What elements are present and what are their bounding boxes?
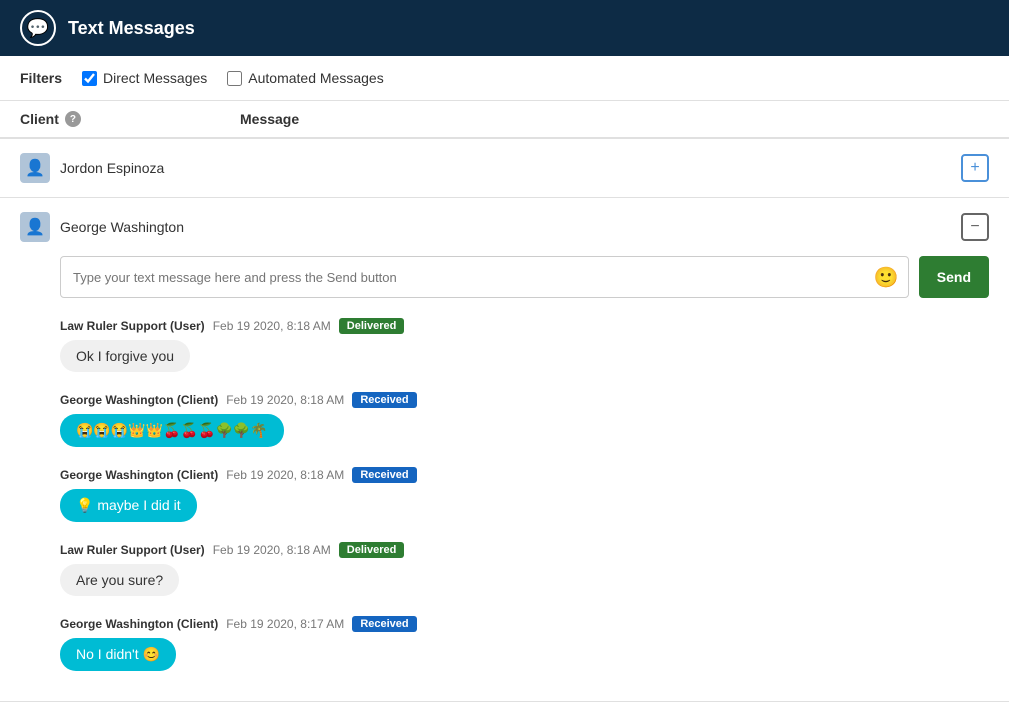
client-row-header: 👤 George Washington − bbox=[0, 198, 1009, 256]
client-row-header: 👤 Jordon Espinoza + bbox=[0, 139, 1009, 197]
message-badge: Received bbox=[352, 467, 416, 483]
message-group: George Washington (Client) Feb 19 2020, 8… bbox=[60, 616, 989, 671]
message-badge: Delivered bbox=[339, 542, 405, 558]
message-sender: George Washington (Client) bbox=[60, 393, 218, 407]
message-meta: George Washington (Client) Feb 19 2020, 8… bbox=[60, 467, 989, 483]
message-bubble: Ok I forgive you bbox=[60, 340, 190, 372]
message-input-wrapper: 🙂 bbox=[60, 256, 909, 298]
message-badge: Received bbox=[352, 392, 416, 408]
messages-area: Law Ruler Support (User) Feb 19 2020, 8:1… bbox=[0, 308, 1009, 701]
message-group: George Washington (Client) Feb 19 2020, 8… bbox=[60, 392, 989, 447]
client-avatar: 👤 bbox=[20, 153, 50, 183]
message-sender: George Washington (Client) bbox=[60, 617, 218, 631]
client-actions: + bbox=[961, 154, 989, 182]
emoji-icon[interactable]: 🙂 bbox=[874, 265, 899, 290]
message-input-area: 🙂 Send bbox=[0, 256, 1009, 308]
automated-messages-checkbox[interactable] bbox=[227, 71, 242, 86]
filters-label: Filters bbox=[20, 70, 62, 86]
message-sender: George Washington (Client) bbox=[60, 468, 218, 482]
client-actions: − bbox=[961, 213, 989, 241]
direct-messages-checkbox[interactable] bbox=[82, 71, 97, 86]
message-sender: Law Ruler Support (User) bbox=[60, 543, 205, 557]
automated-messages-filter[interactable]: Automated Messages bbox=[227, 70, 383, 86]
filters-bar: Filters Direct Messages Automated Messag… bbox=[0, 56, 1009, 101]
message-time: Feb 19 2020, 8:17 AM bbox=[226, 617, 344, 631]
clients-list: 👤 Jordon Espinoza + 👤 George Washington − 🙂 Sen… bbox=[0, 139, 1009, 702]
client-row: 👤 George Washington − 🙂 Send Law Ruler Suppor… bbox=[0, 198, 1009, 702]
message-meta: George Washington (Client) Feb 19 2020, 8… bbox=[60, 616, 989, 632]
table-header: Client ? Message bbox=[0, 101, 1009, 139]
message-group: George Washington (Client) Feb 19 2020, 8… bbox=[60, 467, 989, 522]
automated-messages-label: Automated Messages bbox=[248, 70, 383, 86]
client-row: 👤 Jordon Espinoza + bbox=[0, 139, 1009, 198]
message-input[interactable] bbox=[60, 256, 909, 298]
message-group: Law Ruler Support (User) Feb 19 2020, 8:1… bbox=[60, 318, 989, 372]
message-time: Feb 19 2020, 8:18 AM bbox=[226, 468, 344, 482]
message-time: Feb 19 2020, 8:18 AM bbox=[226, 393, 344, 407]
app-header: 💬 Text Messages bbox=[0, 0, 1009, 56]
message-sender: Law Ruler Support (User) bbox=[60, 319, 205, 333]
client-avatar: 👤 bbox=[20, 212, 50, 242]
direct-messages-label: Direct Messages bbox=[103, 70, 207, 86]
client-name: George Washington bbox=[60, 219, 220, 235]
send-button[interactable]: Send bbox=[919, 256, 989, 298]
message-time: Feb 19 2020, 8:18 AM bbox=[213, 543, 331, 557]
message-badge: Delivered bbox=[339, 318, 405, 334]
client-column-header: Client ? bbox=[20, 111, 240, 127]
collapse-button[interactable]: − bbox=[961, 213, 989, 241]
expand-button[interactable]: + bbox=[961, 154, 989, 182]
message-meta: Law Ruler Support (User) Feb 19 2020, 8:1… bbox=[60, 542, 989, 558]
app-logo-icon: 💬 bbox=[20, 10, 56, 46]
client-name: Jordon Espinoza bbox=[60, 160, 220, 176]
message-time: Feb 19 2020, 8:18 AM bbox=[213, 319, 331, 333]
message-bubble: Are you sure? bbox=[60, 564, 179, 596]
message-meta: George Washington (Client) Feb 19 2020, 8… bbox=[60, 392, 989, 408]
message-bubble: 😭😭😭👑👑🍒🍒🍒🌳🌳🌴 bbox=[60, 414, 284, 447]
client-help-icon[interactable]: ? bbox=[65, 111, 81, 127]
message-badge: Received bbox=[352, 616, 416, 632]
message-group: Law Ruler Support (User) Feb 19 2020, 8:1… bbox=[60, 542, 989, 596]
message-column-header: Message bbox=[240, 111, 989, 127]
direct-messages-filter[interactable]: Direct Messages bbox=[82, 70, 207, 86]
message-meta: Law Ruler Support (User) Feb 19 2020, 8:1… bbox=[60, 318, 989, 334]
app-title: Text Messages bbox=[68, 18, 195, 39]
message-bubble: 💡 maybe I did it bbox=[60, 489, 197, 522]
